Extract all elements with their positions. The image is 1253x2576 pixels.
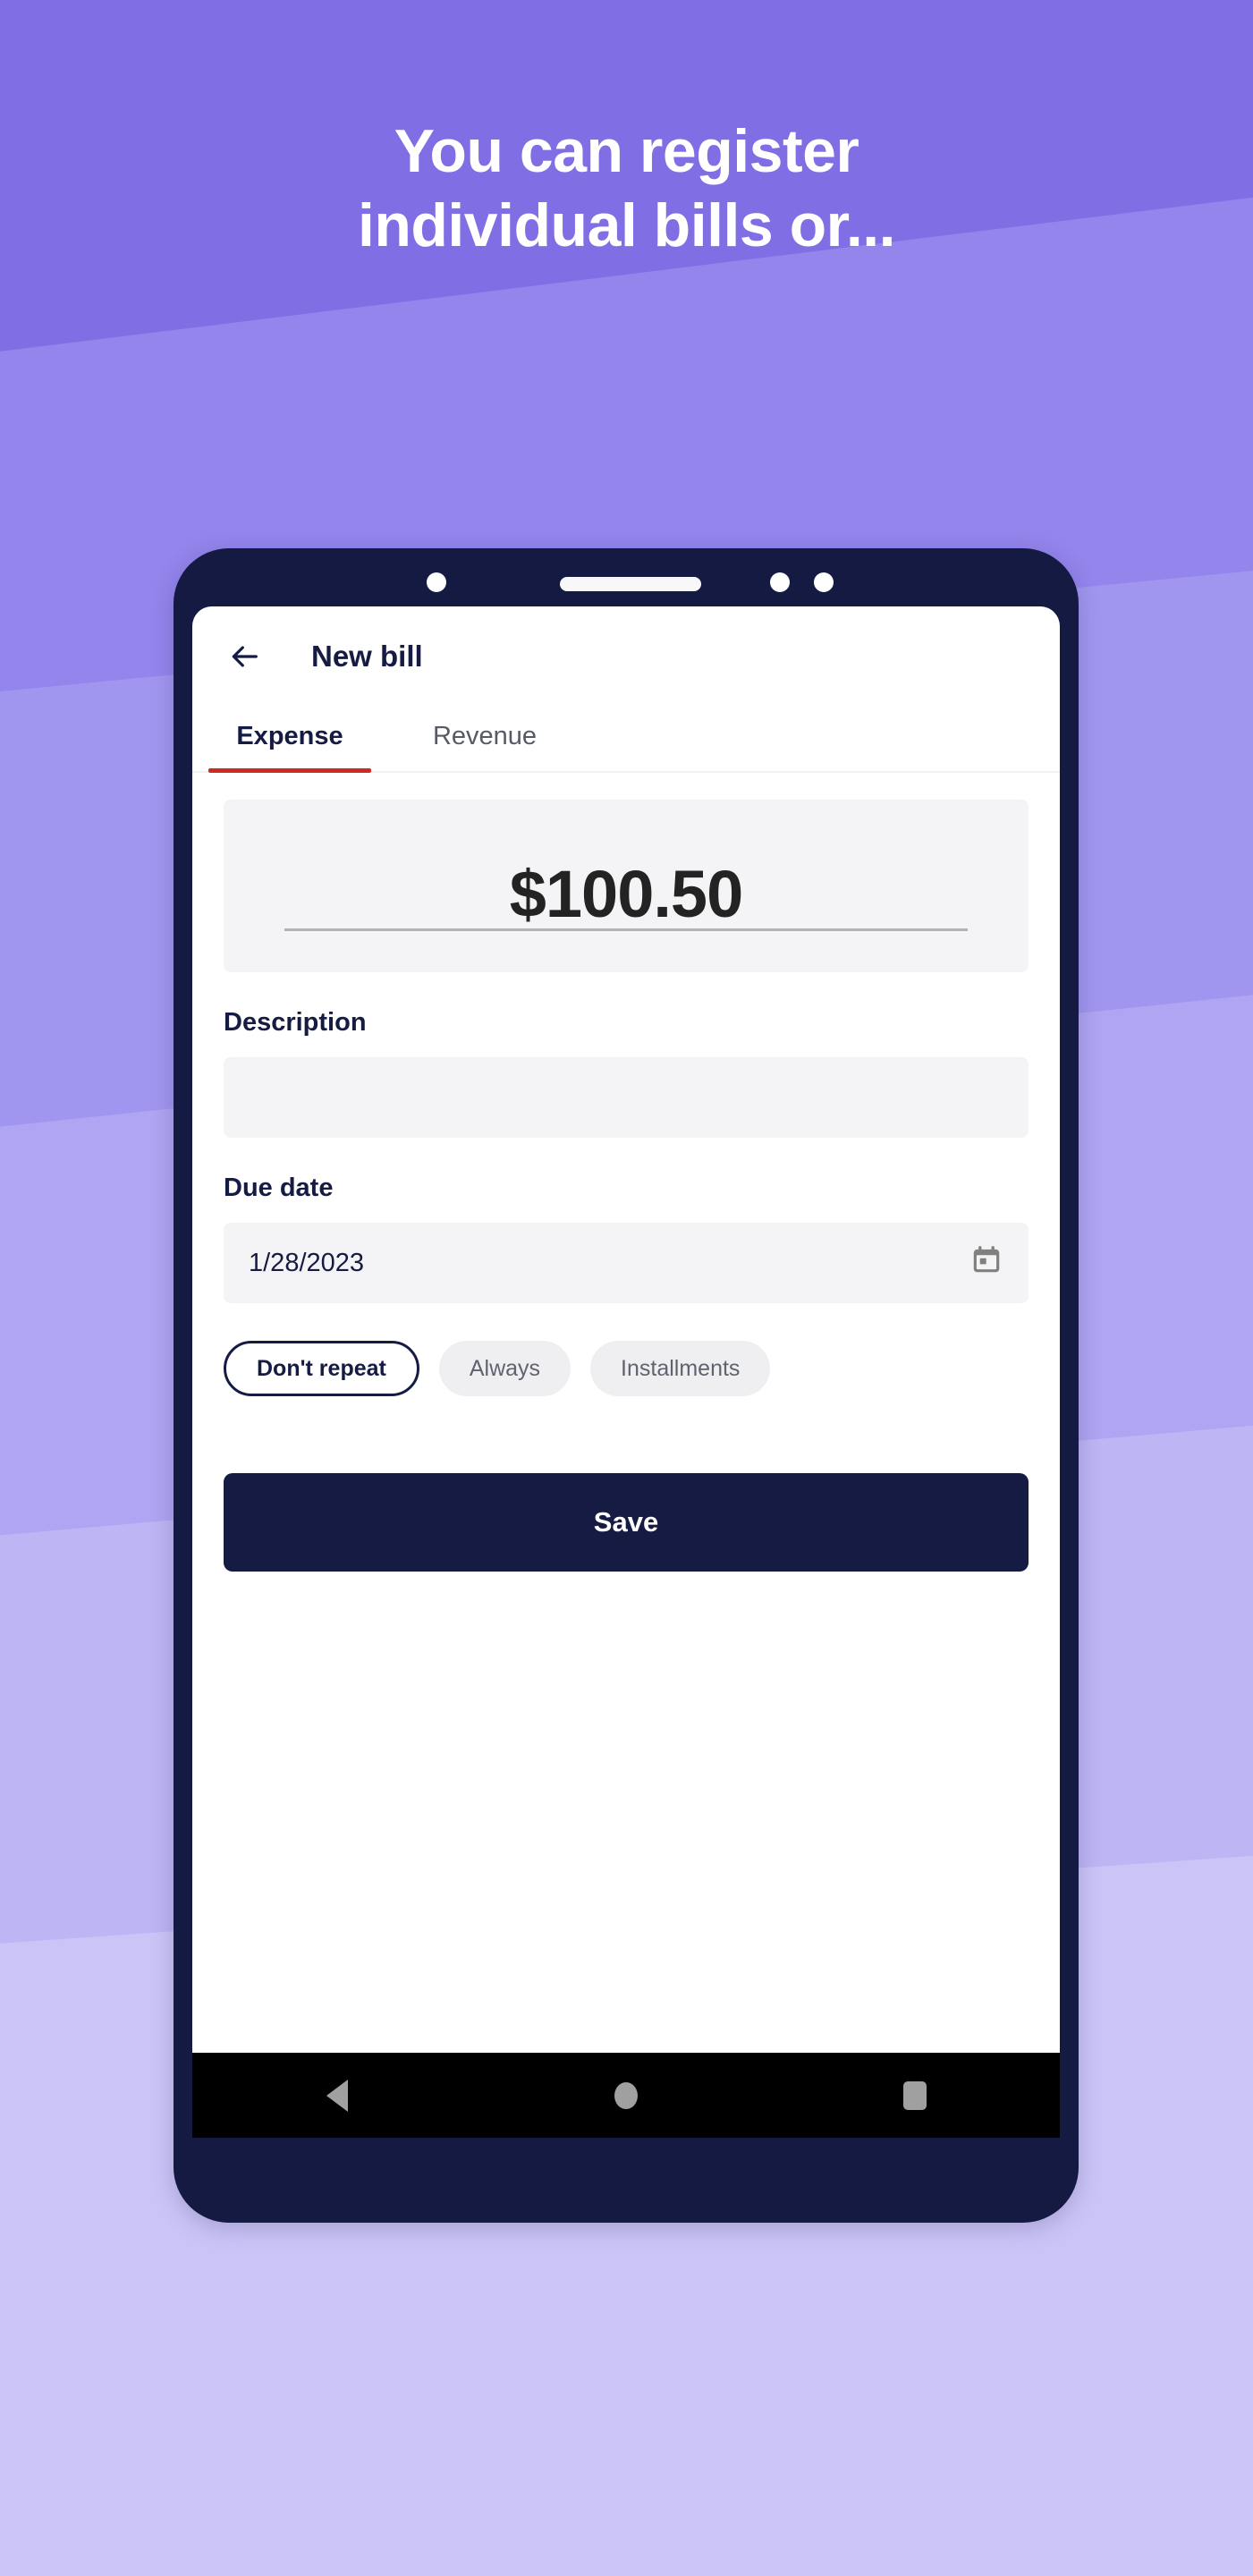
- phone-mockup: New bill Expense Revenue $100.50 Descrip…: [174, 548, 1079, 2223]
- nav-back-triangle-icon: [326, 2079, 348, 2112]
- earpiece-speaker: [560, 577, 701, 591]
- save-button[interactable]: Save: [224, 1473, 1029, 1572]
- phone-screen: New bill Expense Revenue $100.50 Descrip…: [192, 606, 1060, 2138]
- camera-dot-icon: [427, 572, 446, 592]
- tab-revenue[interactable]: Revenue: [387, 707, 582, 771]
- back-button[interactable]: [224, 636, 265, 677]
- amount-underline: [284, 928, 968, 931]
- description-input[interactable]: [224, 1057, 1029, 1138]
- due-date-value: 1/28/2023: [249, 1248, 365, 1277]
- promo-headline: You can register individual bills or...: [0, 114, 1253, 263]
- headline-line-1: You can register: [394, 117, 859, 185]
- chip-dont-repeat[interactable]: Don't repeat: [224, 1341, 419, 1396]
- android-nav-bar: [192, 2053, 1060, 2138]
- due-date-label: Due date: [224, 1174, 334, 1202]
- phone-top-bezel: [174, 548, 1079, 606]
- nav-recents-square-icon: [903, 2080, 927, 2110]
- sensor-dot-2-icon: [814, 572, 834, 592]
- calendar-icon[interactable]: [969, 1242, 1003, 1284]
- chip-always[interactable]: Always: [438, 1341, 571, 1396]
- repeat-option-group: Don't repeat Always Installments: [224, 1341, 1029, 1396]
- form-body: $100.50 Description Due date 1/28/2023 D…: [192, 773, 1060, 1572]
- nav-back-button[interactable]: [284, 2069, 391, 2123]
- page-title: New bill: [311, 640, 423, 673]
- arrow-left-icon: [232, 646, 258, 667]
- nav-home-circle-icon: [614, 2081, 638, 2109]
- sensor-dot-icon: [770, 572, 790, 592]
- due-date-input[interactable]: 1/28/2023: [224, 1223, 1029, 1303]
- nav-home-button[interactable]: [572, 2069, 680, 2123]
- chip-installments[interactable]: Installments: [590, 1341, 771, 1396]
- amount-value: $100.50: [509, 857, 743, 931]
- nav-recents-button[interactable]: [861, 2069, 969, 2123]
- tab-expense[interactable]: Expense: [192, 707, 387, 773]
- description-label: Description: [224, 1008, 367, 1037]
- headline-line-2: individual bills or...: [357, 191, 896, 259]
- app-bar: New bill: [192, 606, 1060, 707]
- amount-input[interactable]: $100.50: [224, 800, 1029, 972]
- tab-bar: Expense Revenue: [192, 707, 1060, 773]
